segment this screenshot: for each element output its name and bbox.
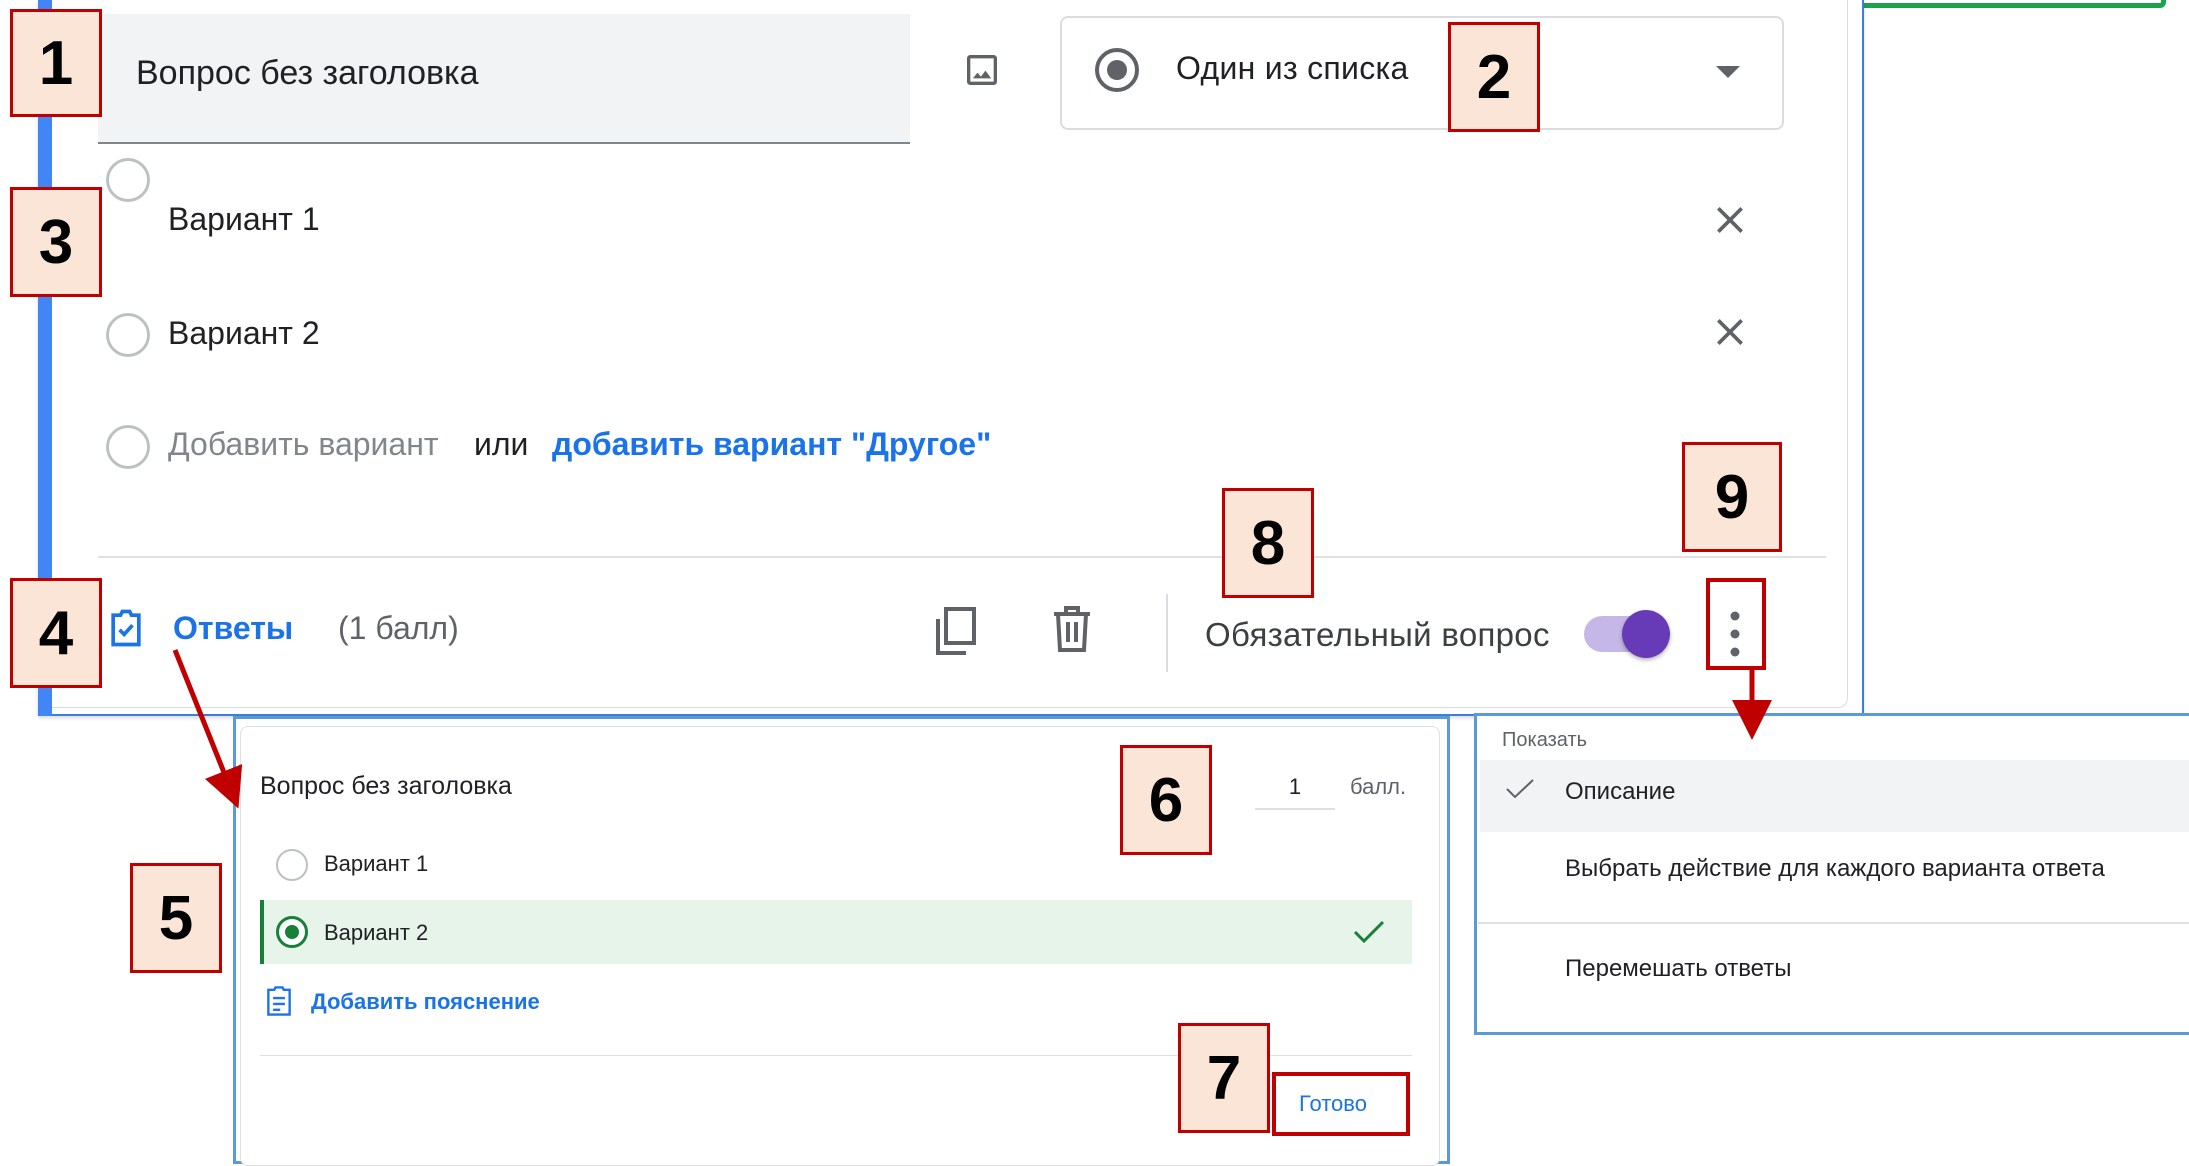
add-option-link[interactable]: Добавить вариант [168, 426, 439, 463]
answer-option-text[interactable]: Вариант 2 [324, 920, 428, 946]
answers-key-icon[interactable] [104, 604, 148, 652]
radio-type-icon [1095, 48, 1139, 92]
done-button[interactable]: Готово [1299, 1091, 1367, 1117]
annotation-9: 9 [1682, 442, 1782, 552]
close-icon[interactable] [1710, 312, 1750, 352]
answer-option-text[interactable]: Вариант 1 [324, 851, 428, 877]
check-icon [1353, 920, 1385, 944]
required-toggle-knob[interactable] [1622, 610, 1670, 658]
question-type-dropdown[interactable] [1060, 16, 1784, 130]
points-input-underline [1255, 808, 1335, 810]
question-type-label: Один из списка [1176, 50, 1409, 86]
annotation-2: 2 [1448, 22, 1540, 132]
menu-item-shuffle[interactable]: Перемешать ответы [1565, 955, 1791, 983]
dropdown-caret-icon [1716, 66, 1740, 78]
add-explanation-link[interactable]: Добавить пояснение [311, 989, 540, 1015]
annotation-1: 1 [10, 9, 102, 117]
option-radio [106, 158, 150, 202]
trash-icon[interactable] [1050, 604, 1094, 654]
card-divider [98, 556, 1826, 558]
menu-separator [1478, 922, 2189, 924]
option-radio [106, 313, 150, 357]
more-button-highlight [1706, 578, 1766, 670]
check-icon [1506, 779, 1534, 799]
points-unit: балл. [1350, 774, 1407, 799]
question-title-text[interactable]: Вопрос без заголовка [136, 54, 479, 93]
option-radio [106, 425, 150, 469]
annotation-8: 8 [1222, 488, 1314, 598]
menu-item-description[interactable]: Описание [1565, 778, 1675, 806]
points-label: (1 балл) [338, 610, 459, 646]
correct-answer-row[interactable] [260, 900, 1412, 964]
close-icon[interactable] [1710, 200, 1750, 240]
option-text[interactable]: Вариант 1 [168, 201, 320, 238]
annotation-5: 5 [130, 863, 222, 973]
image-icon[interactable] [962, 50, 1002, 90]
annotation-7: 7 [1178, 1023, 1270, 1133]
footer-separator [1166, 594, 1168, 672]
option-text[interactable]: Вариант 2 [168, 315, 320, 352]
copy-icon[interactable] [932, 604, 980, 658]
answer-radio-selected[interactable] [276, 916, 308, 948]
required-label: Обязательный вопрос [1205, 616, 1550, 653]
answer-key-question-title: Вопрос без заголовка [260, 772, 512, 800]
menu-item-action-per-answer[interactable]: Выбрать действие для каждого варианта от… [1565, 855, 2105, 883]
add-other-link[interactable]: добавить вариант "Другое" [552, 426, 991, 463]
annotation-4: 4 [10, 578, 102, 688]
annotation-3: 3 [10, 187, 102, 297]
annotation-6: 6 [1120, 745, 1212, 855]
note-icon [267, 986, 291, 1016]
or-text: или [474, 426, 529, 462]
points-input[interactable]: 1 [1255, 774, 1335, 800]
menu-section-header: Показать [1502, 729, 1588, 751]
answer-radio[interactable] [276, 849, 308, 881]
answers-button[interactable]: Ответы [173, 610, 293, 647]
